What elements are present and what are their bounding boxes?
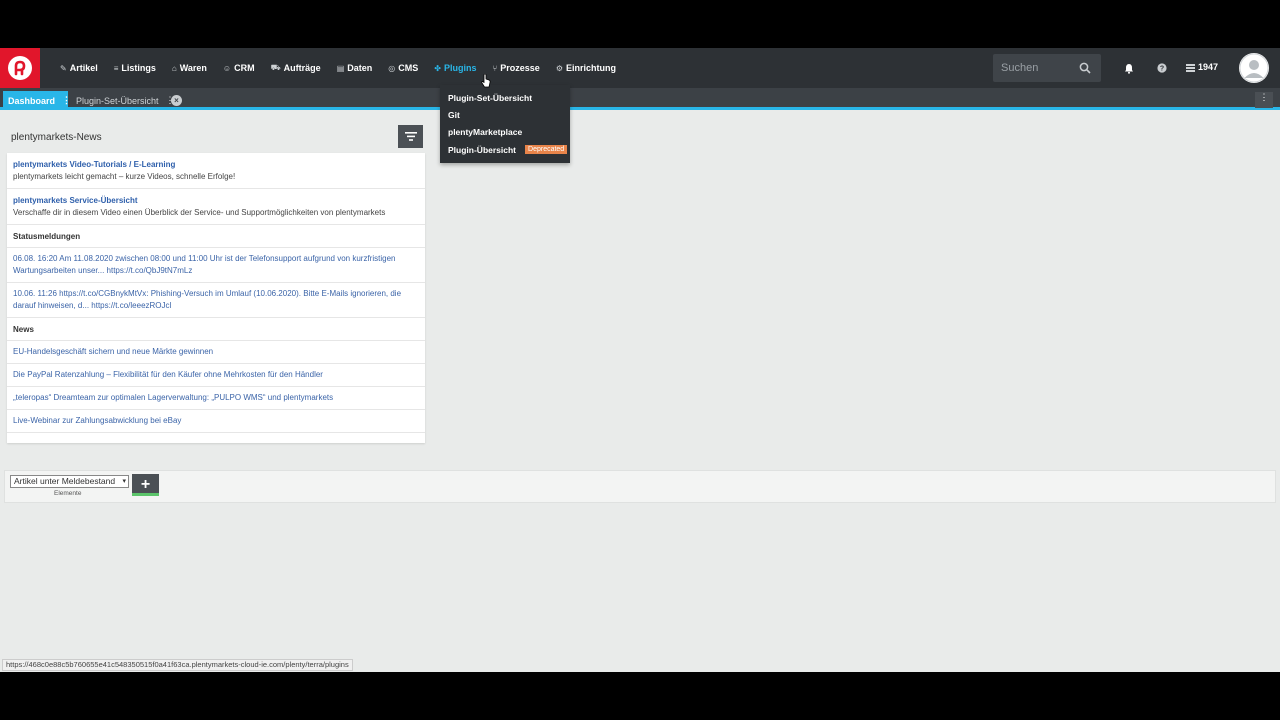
search-icon[interactable] [1079,61,1091,79]
filter-button[interactable] [398,125,423,148]
menu-item-plentymarketplace[interactable]: plentyMarketplace [440,124,570,141]
news-entry[interactable]: plentymarkets Service-Übersicht Verschaf… [7,189,425,225]
news-link[interactable]: Die PayPal Ratenzahlung – Flexibilität f… [7,364,425,387]
tabbar-more-icon[interactable]: ⋮ [1255,92,1273,108]
nav-listings[interactable]: ≡ Listings [106,48,164,88]
menu-item-plugin-set-uebersicht[interactable]: Plugin-Set-Übersicht [440,89,570,106]
svg-text:?: ? [1160,66,1164,73]
news-entry-title[interactable]: plentymarkets Service-Übersicht [13,196,419,205]
cart-icon: ⛟ [270,63,281,72]
menu-item-label: Plugin-Set-Übersicht [448,92,533,103]
search-placeholder: Suchen [1001,62,1039,74]
tab-plugin-set-uebersicht[interactable]: Plugin-Set-Übersicht ⋮ × [71,91,185,110]
tab-label: Dashboard [8,95,56,106]
chevron-down-icon: ▾ [122,478,126,485]
puzzle-icon: ✤ [434,63,441,73]
menu-item-label: Plugin-Übersicht [448,144,517,155]
avatar[interactable] [1239,53,1269,83]
plentymarkets-logo[interactable] [0,48,40,88]
list-icon: ≡ [113,63,119,73]
news-link[interactable]: „teleropas“ Dreamteam zur optimalen Lage… [7,387,425,410]
nav-einrichtung[interactable]: ⚙ Einrichtung [548,48,624,88]
bell-icon[interactable] [1122,61,1136,75]
status-message-text[interactable]: 10.06. 11:26 https://t.co/CGBnykMtVx: Ph… [13,288,419,312]
nav-label: Waren [179,63,207,73]
search-input[interactable]: Suchen [993,54,1101,82]
widget-type-select[interactable]: Artikel unter Meldebestand ▾ [10,475,129,488]
nav-prozesse[interactable]: ⑂ Prozesse [484,48,547,88]
section-header: News [7,318,425,341]
status-message-text[interactable]: 06.08. 16:20 Am 11.08.2020 zwischen 08:0… [13,253,419,277]
users-icon: ☺ [222,63,232,73]
section-header-label: Statusmeldungen [13,231,81,241]
sort-icon [404,132,417,141]
system-icon [1185,61,1195,75]
news-link-text[interactable]: Die PayPal Ratenzahlung – Flexibilität f… [13,369,419,381]
section-header: Statusmeldungen [7,225,425,248]
globe-icon: ◎ [388,63,396,73]
add-widget-button[interactable]: + [132,474,159,496]
news-entry-subtitle: plentymarkets leicht gemacht – kurze Vid… [13,172,236,181]
nav-daten[interactable]: ▤ Daten [329,48,381,88]
section-header-label: News [13,324,34,334]
data-icon: ▤ [336,63,345,73]
deprecated-badge: Deprecated [525,145,568,155]
tab-bar: Dashboard ⋮ Plugin-Set-Übersicht ⋮ × ⋮ [0,88,1280,110]
menu-item-plugin-uebersicht[interactable]: Plugin-Übersicht Deprecated [440,141,570,158]
menu-item-label: plentyMarketplace [448,127,523,138]
tab-dashboard[interactable]: Dashboard ⋮ [3,91,71,110]
plugins-dropdown-menu: Plugin-Set-Übersicht Git plentyMarketpla… [440,85,570,163]
nav-label: CMS [398,63,419,73]
news-link[interactable]: EU-Handelsgeschäft sichern und neue Märk… [7,341,425,364]
tag-icon: ✎ [60,63,67,73]
help-icon[interactable]: ? [1155,61,1169,75]
process-icon: ⑂ [492,63,498,73]
status-bar-url: https://468c0e88c5b760655e41c548350515f0… [2,659,353,671]
news-entry[interactable]: plentymarkets Video-Tutorials / E-Learni… [7,153,425,189]
nav-label: Einrichtung [565,63,616,73]
tab-label: Plugin-Set-Übersicht [76,95,159,106]
nav-crm[interactable]: ☺ CRM [215,48,263,88]
nav-label: Artikel [69,63,98,73]
menu-item-label: Git [448,109,460,120]
warehouse-icon: ⌂ [171,63,177,73]
select-value: Artikel unter Meldebestand [14,476,116,486]
news-link-text[interactable]: „teleropas“ Dreamteam zur optimalen Lage… [13,392,419,404]
menu-item-git[interactable]: Git [440,106,570,123]
news-link-text[interactable]: EU-Handelsgeschäft sichern und neue Märk… [13,346,419,358]
nav-label: Daten [347,63,373,73]
mouse-cursor-icon [481,74,491,88]
nav-label: CRM [234,63,255,73]
nav-cms[interactable]: ◎ CMS [380,48,426,88]
system-count[interactable]: 1947 [1198,62,1218,72]
nav-waren[interactable]: ⌂ Waren [164,48,215,88]
news-entry-subtitle: Verschaffe dir in diesem Video einen Übe… [13,208,386,217]
nav-artikel[interactable]: ✎ Artikel [52,48,106,88]
nav-label: Prozesse [500,63,540,73]
status-message[interactable]: 06.08. 16:20 Am 11.08.2020 zwischen 08:0… [7,248,425,283]
main-menu: ✎ Artikel ≡ Listings ⌂ Waren ☺ CRM ⛟ Aufträge… [52,48,624,88]
close-icon[interactable]: × [171,95,182,106]
nav-auftraege[interactable]: ⛟ Aufträge [263,48,329,88]
news-widget-title: plentymarkets-News [11,132,102,143]
app-window: ✎ Artikel ≡ Listings ⌂ Waren ☺ CRM ⛟ Aufträge… [0,48,1280,672]
kebab-menu-icon[interactable]: ⋮ [62,95,71,106]
gear-icon: ⚙ [555,63,563,73]
news-link-text[interactable]: Live-Webinar zur Zahlungsabwicklung bei … [13,415,419,427]
select-hint: Elemente [54,490,82,497]
nav-plugins[interactable]: ✤ Plugins [426,48,484,88]
add-widget-bar: Artikel unter Meldebestand ▾ Elemente + [4,470,1276,503]
news-link[interactable]: Live-Webinar zur Zahlungsabwicklung bei … [7,410,425,433]
top-navigation: ✎ Artikel ≡ Listings ⌂ Waren ☺ CRM ⛟ Aufträge… [0,48,1280,88]
status-message[interactable]: 10.06. 11:26 https://t.co/CGBnykMtVx: Ph… [7,283,425,318]
news-entry-title[interactable]: plentymarkets Video-Tutorials / E-Learni… [13,160,419,169]
nav-label: Listings [121,63,156,73]
nav-label: Plugins [443,63,477,73]
news-card: plentymarkets Video-Tutorials / E-Learni… [7,153,425,443]
nav-label: Aufträge [283,63,321,73]
